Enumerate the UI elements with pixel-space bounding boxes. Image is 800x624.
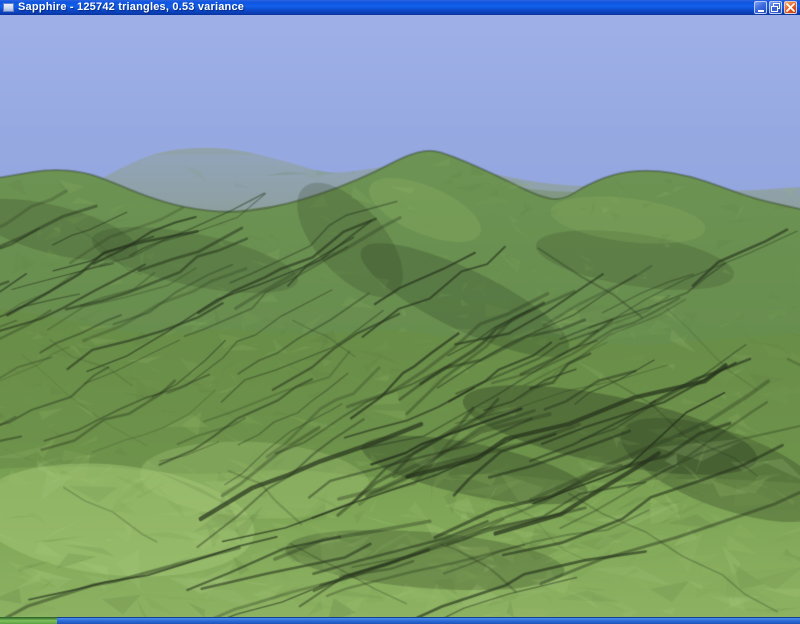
app-window-icon[interactable]	[3, 3, 14, 12]
taskbar-sliver[interactable]	[57, 617, 800, 624]
application-window: Sapphire - 125742 triangles, 0.53 varian…	[0, 0, 800, 624]
window-title: Sapphire - 125742 triangles, 0.53 varian…	[18, 0, 244, 15]
window-controls	[752, 1, 797, 14]
start-button-sliver[interactable]	[0, 617, 57, 624]
title-bar[interactable]: Sapphire - 125742 triangles, 0.53 varian…	[0, 0, 800, 15]
minimize-button[interactable]	[754, 1, 767, 14]
terrain-viewport[interactable]	[0, 15, 800, 617]
bottom-strip	[0, 617, 800, 624]
close-icon	[786, 3, 795, 12]
close-button[interactable]	[784, 1, 797, 14]
restore-icon	[771, 3, 780, 12]
restore-button[interactable]	[769, 1, 782, 14]
minimize-icon	[758, 10, 764, 12]
